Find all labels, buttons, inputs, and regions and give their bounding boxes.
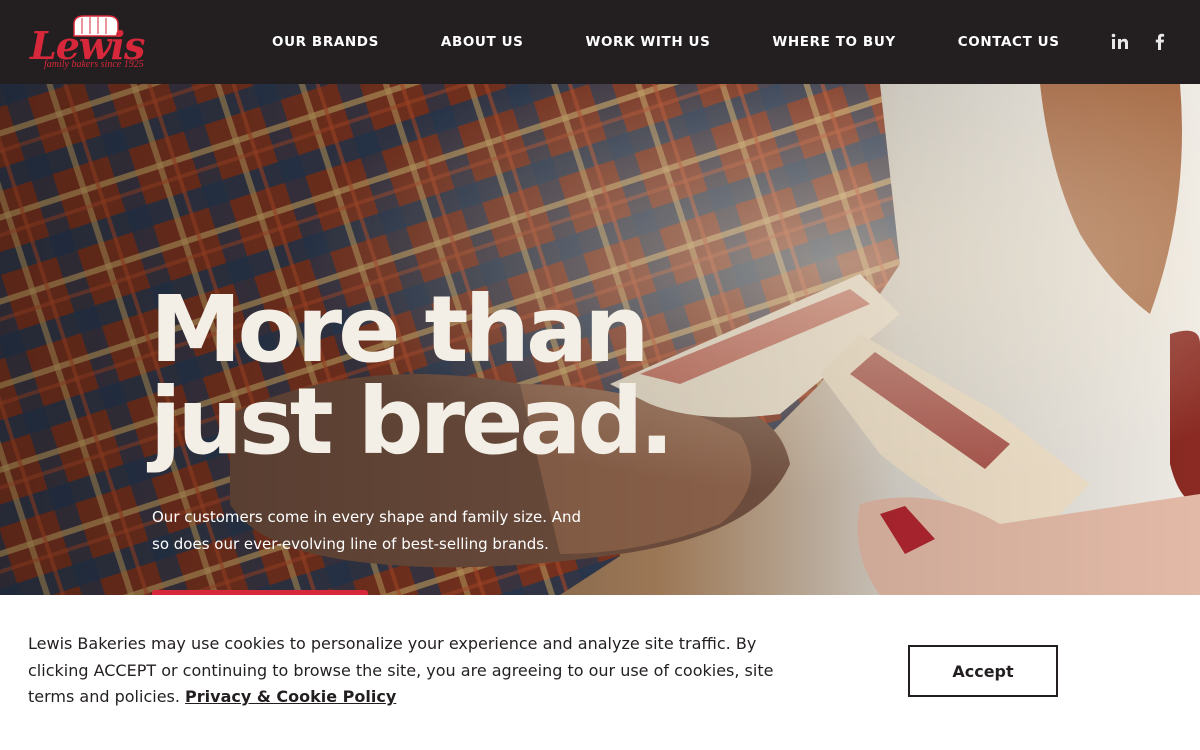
privacy-policy-link[interactable]: Privacy & Cookie Policy (185, 687, 396, 706)
nav-work-with-us[interactable]: WORK WITH US (585, 34, 710, 50)
hero-title: More than just bread. (150, 284, 750, 468)
linkedin-icon[interactable] (1110, 30, 1130, 54)
site-header: Lewis family bakers since 1925 OUR BRAND… (0, 0, 1200, 84)
cookie-message: Lewis Bakeries may use cookies to person… (28, 631, 818, 711)
main-nav: OUR BRANDS ABOUT US WORK WITH US WHERE T… (272, 0, 1060, 84)
social-links (1110, 30, 1170, 54)
accept-cookies-button[interactable]: Accept (908, 645, 1058, 697)
cookie-message-text: Lewis Bakeries may use cookies to person… (28, 634, 774, 706)
facebook-icon[interactable] (1150, 30, 1170, 54)
nav-about-us[interactable]: ABOUT US (441, 34, 524, 50)
hero-section: More than just bread. Our customers come… (0, 84, 1200, 595)
nav-contact-us[interactable]: CONTACT US (958, 34, 1060, 50)
nav-our-brands[interactable]: OUR BRANDS (272, 34, 379, 50)
hero-title-line-1: More than (150, 276, 650, 383)
cookie-banner: Lewis Bakeries may use cookies to person… (0, 595, 1200, 750)
lewis-logo[interactable]: Lewis family bakers since 1925 (28, 12, 173, 74)
hero-subtitle: Our customers come in every shape and fa… (152, 508, 582, 553)
hero-title-line-2: just bread. (150, 368, 674, 475)
nav-where-to-buy[interactable]: WHERE TO BUY (772, 34, 895, 50)
logo-tagline: family bakers since 1925 (44, 59, 144, 70)
